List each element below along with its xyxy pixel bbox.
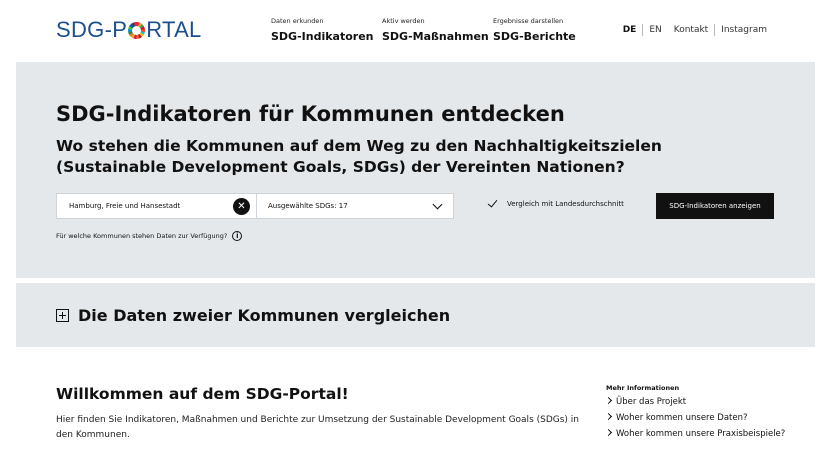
chevron-right-icon bbox=[604, 412, 613, 421]
nav-label[interactable]: SDG-Berichte bbox=[493, 30, 576, 43]
instagram-link[interactable]: Instagram bbox=[715, 25, 773, 35]
logo-text-left: SDG-P bbox=[56, 17, 128, 42]
hero-title: SDG-Indikatoren für Kommunen entdecken bbox=[56, 102, 565, 126]
nav-label[interactable]: SDG-Indikatoren bbox=[271, 30, 374, 43]
nav-sdg-indikatoren[interactable]: Daten erkunden SDG-Indikatoren bbox=[271, 17, 374, 43]
link-label: Über das Projekt bbox=[616, 397, 687, 407]
hero-section: SDG-Indikatoren für Kommunen entdecken W… bbox=[16, 62, 815, 278]
compare-title: Die Daten zweier Kommunen vergleichen bbox=[78, 305, 451, 325]
search-form: Hamburg, Freie und Hansestadt ✕ Ausgewäh… bbox=[56, 193, 454, 219]
welcome-title: Willkommen auf dem SDG-Portal! bbox=[56, 385, 349, 403]
nav-sdg-berichte[interactable]: Ergebnisse darstellen SDG-Berichte bbox=[493, 17, 576, 43]
utility-nav: DE EN Kontakt Instagram bbox=[617, 24, 773, 36]
sdg-select-value: Ausgewählte SDGs: 17 bbox=[268, 202, 348, 210]
lang-en-link[interactable]: EN bbox=[643, 25, 667, 35]
link-practice-examples[interactable]: Woher kommen unsere Praxisbeispiele? bbox=[604, 428, 806, 439]
nav-label[interactable]: SDG-Maßnahmen bbox=[382, 30, 489, 43]
sdg-wheel-icon bbox=[128, 21, 146, 39]
chevron-down-icon bbox=[432, 199, 443, 210]
city-value: Hamburg, Freie und Hansestadt bbox=[69, 202, 181, 210]
chevron-right-icon bbox=[604, 396, 613, 405]
link-label: Woher kommen unsere Praxisbeispiele? bbox=[616, 429, 786, 439]
lang-de-link[interactable]: DE bbox=[617, 25, 643, 35]
compare-label: Vergleich mit Landesdurchschnitt bbox=[507, 200, 624, 208]
compare-communities-accordion[interactable]: Die Daten zweier Kommunen vergleichen bbox=[16, 283, 815, 347]
show-indicators-button[interactable]: SDG-Indikatoren anzeigen bbox=[656, 193, 774, 219]
checkmark-icon bbox=[487, 197, 498, 208]
city-input[interactable]: Hamburg, Freie und Hansestadt ✕ bbox=[57, 194, 257, 218]
link-data-sources[interactable]: Woher kommen unsere Daten? bbox=[604, 412, 806, 423]
sdg-portal-logo[interactable]: SDG-P RTAL bbox=[56, 17, 202, 43]
nav-sdg-massnahmen[interactable]: Aktiv werden SDG-Maßnahmen bbox=[382, 17, 489, 43]
link-about-project[interactable]: Über das Projekt bbox=[604, 396, 806, 407]
welcome-text: Hier finden Sie Indikatoren, Maßnahmen u… bbox=[56, 415, 580, 440]
clear-icon[interactable]: ✕ bbox=[233, 198, 250, 215]
more-info-panel: Mehr Informationen Über das Projekt Wohe… bbox=[604, 384, 806, 445]
nav-subtitle: Ergebnisse darstellen bbox=[493, 17, 564, 25]
nav-subtitle: Daten erkunden bbox=[271, 17, 324, 25]
link-label: Woher kommen unsere Daten? bbox=[616, 413, 748, 423]
chevron-right-icon bbox=[604, 428, 613, 437]
nav-subtitle: Aktiv werden bbox=[382, 17, 425, 25]
hero-subtitle: Wo stehen die Kommunen auf dem Weg zu de… bbox=[56, 137, 662, 176]
compare-average-checkbox[interactable]: Vergleich mit Landesdurchschnitt bbox=[487, 197, 624, 208]
help-text: Für welche Kommunen stehen Daten zur Ver… bbox=[56, 232, 228, 240]
logo-text-right: RTAL bbox=[146, 17, 202, 42]
more-info-title: Mehr Informationen bbox=[606, 384, 680, 392]
help-link[interactable]: Für welche Kommunen stehen Daten zur Ver… bbox=[56, 231, 243, 241]
expand-plus-icon[interactable] bbox=[56, 308, 69, 322]
info-icon[interactable]: i bbox=[232, 231, 243, 241]
site-header: SDG-P RTAL Daten erkunden SDG-Indikatore… bbox=[0, 0, 825, 62]
contact-link[interactable]: Kontakt bbox=[668, 25, 714, 35]
sdg-select[interactable]: Ausgewählte SDGs: 17 bbox=[257, 194, 453, 218]
